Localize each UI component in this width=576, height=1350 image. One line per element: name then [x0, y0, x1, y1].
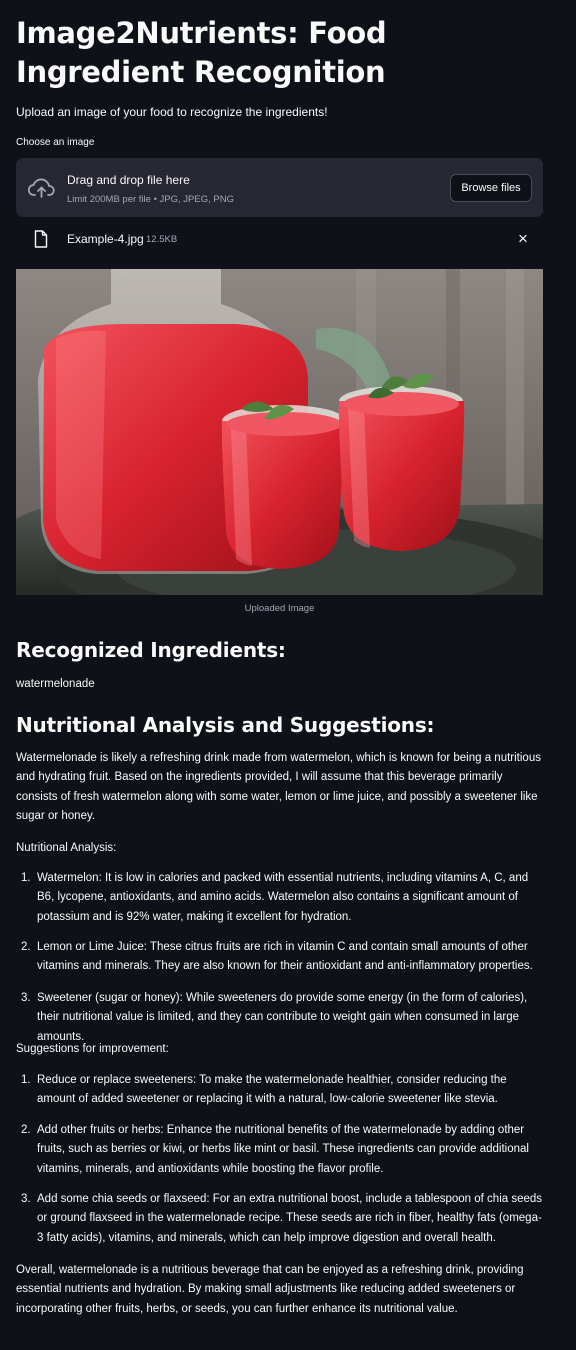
- file-size: 12.5KB: [146, 234, 178, 245]
- page-subtitle: Upload an image of your food to recogniz…: [16, 105, 328, 119]
- list-number: 3.: [21, 992, 31, 1004]
- list-number: 2.: [21, 941, 31, 953]
- ingredients-value: watermelonade: [16, 678, 95, 690]
- list-text: Sweetener (sugar or honey): While sweete…: [37, 992, 528, 1043]
- file-uploader-label: Choose an image: [16, 137, 95, 148]
- overall-summary: Overall, watermelonade is a nutritious b…: [16, 1264, 524, 1315]
- dropzone-instructions: Drag and drop file here: [67, 173, 190, 187]
- close-icon[interactable]: ×: [515, 228, 531, 250]
- list-number: 2.: [21, 1124, 31, 1136]
- list-number: 1.: [21, 872, 31, 884]
- suggestions-label: Suggestions for improvement:: [16, 1043, 169, 1055]
- cloud-upload-icon: [28, 178, 55, 198]
- file-name: Example-4.jpg: [67, 232, 144, 246]
- browse-files-button[interactable]: Browse files: [450, 174, 532, 202]
- analysis-intro: Watermelonade is likely a refreshing dri…: [16, 752, 541, 823]
- list-text: Add other fruits or herbs: Enhance the n…: [37, 1124, 529, 1175]
- list-text: Add some chia seeds or flaxseed: For an …: [37, 1193, 543, 1244]
- image-caption: Uploaded Image: [244, 603, 315, 614]
- watermelonade-photo: [16, 269, 543, 595]
- list-text: Watermelon: It is low in calories and pa…: [37, 872, 529, 923]
- file-dropzone[interactable]: Drag and drop file here Limit 200MB per …: [16, 158, 543, 217]
- nutrition-label: Nutritional Analysis:: [16, 842, 117, 854]
- page-title: Image2Nutrients: Food Ingredient Recogni…: [16, 16, 387, 89]
- file-icon: [34, 230, 48, 248]
- uploaded-image: [16, 269, 543, 595]
- dropzone-limit: Limit 200MB per file • JPG, JPEG, PNG: [67, 194, 234, 205]
- uploaded-file: Example-4.jpg 12.5KB ×: [16, 228, 543, 250]
- ingredients-heading: Recognized Ingredients:: [16, 638, 286, 662]
- list-text: Lemon or Lime Juice: These citrus fruits…: [37, 941, 533, 973]
- list-number: 3.: [21, 1193, 31, 1205]
- analysis-heading: Nutritional Analysis and Suggestions:: [16, 713, 435, 737]
- list-number: 1.: [21, 1074, 31, 1086]
- list-text: Reduce or replace sweeteners: To make th…: [37, 1074, 507, 1106]
